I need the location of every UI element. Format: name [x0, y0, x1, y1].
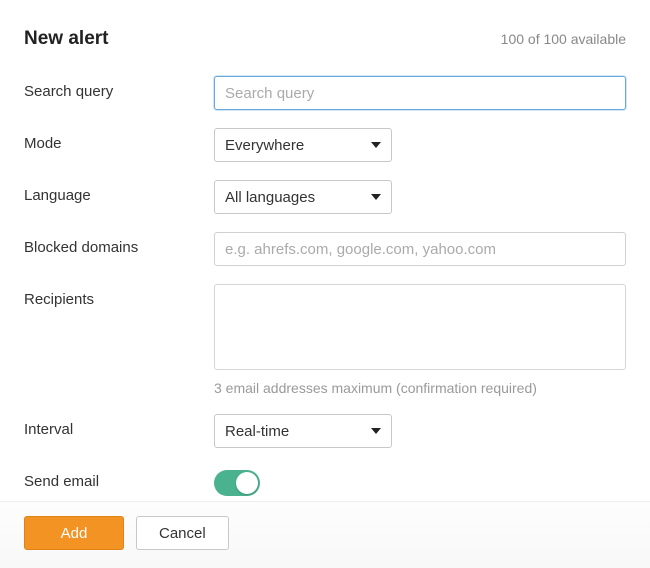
label-search-query: Search query	[24, 76, 214, 100]
label-blocked-domains: Blocked domains	[24, 232, 214, 256]
label-recipients: Recipients	[24, 284, 214, 308]
row-recipients: Recipients 3 email addresses maximum (co…	[24, 284, 626, 396]
availability-counter: 100 of 100 available	[501, 31, 626, 47]
caret-down-icon	[371, 194, 381, 200]
new-alert-panel: New alert 100 of 100 available Search qu…	[0, 0, 650, 496]
footer-actions: Add Cancel	[0, 501, 650, 568]
recipients-textarea[interactable]	[214, 284, 626, 370]
label-language: Language	[24, 180, 214, 204]
label-send-email: Send email	[24, 466, 214, 490]
row-interval: Interval Real-time	[24, 414, 626, 448]
caret-down-icon	[371, 142, 381, 148]
mode-select-value: Everywhere	[225, 137, 304, 154]
label-interval: Interval	[24, 414, 214, 438]
page-title: New alert	[24, 28, 108, 50]
row-language: Language All languages	[24, 180, 626, 214]
cancel-button[interactable]: Cancel	[136, 516, 229, 550]
interval-select[interactable]: Real-time	[214, 414, 392, 448]
row-blocked-domains: Blocked domains	[24, 232, 626, 266]
row-search-query: Search query	[24, 76, 626, 110]
caret-down-icon	[371, 428, 381, 434]
toggle-knob	[236, 472, 258, 494]
panel-header: New alert 100 of 100 available	[24, 28, 626, 50]
language-select[interactable]: All languages	[214, 180, 392, 214]
blocked-domains-input[interactable]	[214, 232, 626, 266]
send-email-toggle[interactable]	[214, 470, 260, 496]
recipients-help-text: 3 email addresses maximum (confirmation …	[214, 380, 626, 396]
interval-select-value: Real-time	[225, 423, 289, 440]
row-send-email: Send email	[24, 466, 626, 496]
label-mode: Mode	[24, 128, 214, 152]
row-mode: Mode Everywhere	[24, 128, 626, 162]
language-select-value: All languages	[225, 189, 315, 206]
add-button[interactable]: Add	[24, 516, 124, 550]
search-query-input[interactable]	[214, 76, 626, 110]
mode-select[interactable]: Everywhere	[214, 128, 392, 162]
